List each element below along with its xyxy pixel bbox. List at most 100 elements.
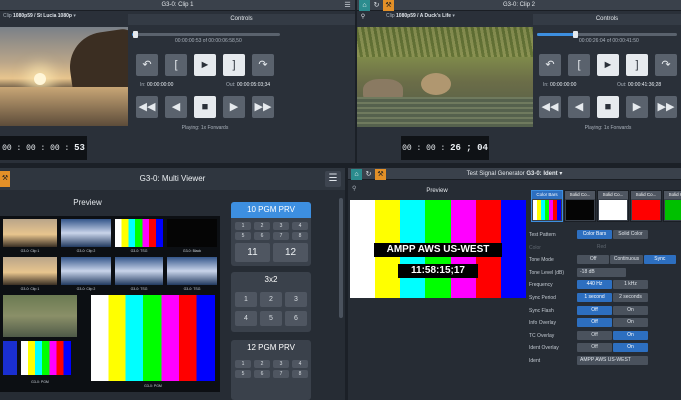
swatch-solid-white[interactable]: Solid Co...	[597, 190, 629, 222]
tsg-option-on[interactable]: On	[613, 343, 648, 353]
clip2-mark-in-button[interactable]: [	[568, 54, 590, 76]
clip2-stop-button[interactable]: ■	[597, 96, 619, 118]
menu-icon[interactable]: ☰	[342, 0, 353, 11]
mv-thumb-clip1-b[interactable]	[2, 256, 58, 286]
layout-10-btn-2[interactable]: 2	[254, 222, 270, 230]
tsg-option-on[interactable]: On	[613, 305, 648, 315]
layout-10-btn-12[interactable]: 12	[273, 243, 308, 262]
clip2-mark-out-button[interactable]: ]	[626, 54, 648, 76]
swatch-solid-black[interactable]: Solid Co...	[564, 190, 596, 222]
tsg-option-off[interactable]: Off	[577, 305, 612, 315]
tsg-option-off[interactable]: Off	[577, 255, 610, 265]
mv-thumb-tsg-c[interactable]	[166, 256, 218, 286]
mv-thumb-clip1[interactable]	[2, 218, 58, 248]
clip1-undo-button[interactable]: ↶	[136, 54, 158, 76]
layout-10-btn-11[interactable]: 11	[235, 243, 270, 262]
mv-thumb-black[interactable]	[166, 218, 218, 248]
mv-thumb-clip2[interactable]	[60, 218, 112, 248]
mv-program-small[interactable]	[20, 340, 72, 376]
mv-thumb-clip2-b[interactable]	[60, 256, 112, 286]
home-icon[interactable]: ⌂	[359, 0, 370, 11]
layout-12-btn-3[interactable]: 3	[273, 360, 289, 368]
tsg-option-color-bars[interactable]: Color Bars	[577, 230, 612, 239]
tsg-option-2-seconds[interactable]: 2 seconds	[613, 293, 648, 302]
mv-thumb-tsg-b[interactable]	[114, 256, 164, 286]
layout-12-btn-7[interactable]: 7	[273, 370, 289, 378]
layout-group-3x2[interactable]: 3x2 1 2 3 4 5 6	[231, 272, 311, 332]
tools-icon[interactable]: ⚒	[383, 0, 394, 11]
swatch-color-bars[interactable]: Color Bars	[531, 190, 563, 222]
layout-3x2-btn-6[interactable]: 6	[285, 311, 307, 326]
layout-10-btn-8[interactable]: 8	[292, 232, 308, 240]
home-icon[interactable]: ⌂	[351, 169, 362, 180]
layout-10-btn-7[interactable]: 7	[273, 232, 289, 240]
clip1-stop-button[interactable]: ■	[194, 96, 216, 118]
tsg-option-solid-color[interactable]: Solid Color	[613, 230, 648, 239]
mv-program-left[interactable]	[2, 294, 78, 338]
clip1-mark-in-button[interactable]: [	[165, 54, 187, 76]
layout-12-btn-8[interactable]: 8	[292, 370, 308, 378]
clip1-mark-out-button[interactable]: ]	[223, 54, 245, 76]
layout-10-btn-6[interactable]: 6	[254, 232, 270, 240]
clip1-step-back-button[interactable]: ◀	[165, 96, 187, 118]
layout-10-btn-5[interactable]: 5	[235, 232, 251, 240]
mv-thumb-tsg[interactable]	[114, 218, 164, 248]
layout-group-12-pgm-prv[interactable]: 12 PGM PRV 1 2 3 4 5 6 7 8	[231, 340, 311, 400]
layout-3x2-btn-1[interactable]: 1	[235, 292, 257, 307]
layout-10-btn-3[interactable]: 3	[273, 222, 289, 230]
tsg-option-continuous[interactable]: Continuous	[610, 255, 643, 265]
layout-group-10-pgm-prv[interactable]: 10 PGM PRV 1 2 3 4 5 6 7 8 11 12	[231, 202, 311, 266]
clip1-selector[interactable]: Clip 1080p59 / St Lucia 1080p ▾	[0, 11, 76, 21]
clip1-step-forward-button[interactable]: ▶	[223, 96, 245, 118]
tsg-option-on[interactable]: On	[613, 318, 648, 328]
clip1-scrub-handle[interactable]	[132, 31, 138, 38]
menu-icon[interactable]: ☰	[325, 171, 341, 187]
tsg-option-440-hz[interactable]: 440 Hz	[577, 280, 612, 290]
tsg-option-ampp-aws-us-west[interactable]: AMPP AWS US-WEST	[577, 356, 648, 365]
clip2-selector[interactable]: Clip 1080p59 / A Duck's Life ▾	[383, 11, 455, 21]
tsg-option-1-khz[interactable]: 1 kHz	[613, 280, 648, 290]
multiviewer-scrollbar[interactable]	[339, 198, 343, 318]
swatch-solid-red[interactable]: Solid Co...	[630, 190, 662, 222]
layout-3x2-btn-5[interactable]: 5	[260, 311, 282, 326]
clip1-scrub-track[interactable]	[132, 31, 280, 38]
clip1-skip-forward-button[interactable]: ▶▶	[252, 96, 274, 118]
layout-12-btn-2[interactable]: 2	[254, 360, 270, 368]
clip2-skip-forward-button[interactable]: ▶▶	[655, 96, 677, 118]
layout-10-btn-1[interactable]: 1	[235, 222, 251, 230]
swatch-solid-green[interactable]: Solid Co...	[663, 190, 681, 222]
clip2-step-back-button[interactable]: ◀	[568, 96, 590, 118]
tsg-option-off[interactable]: Off	[577, 330, 612, 340]
clip2-go-to-in-button[interactable]: ►	[597, 54, 619, 76]
clip2-undo-button[interactable]: ↶	[539, 54, 561, 76]
refresh-icon[interactable]: ↻	[363, 169, 374, 180]
zoom-icon[interactable]: ⚲	[359, 13, 367, 21]
layout-12-btn-5[interactable]: 5	[235, 370, 251, 378]
mv-label-3: G3-0: TSG	[130, 249, 148, 253]
clip2-scrub-handle[interactable]	[572, 31, 578, 38]
layout-12-btn-6[interactable]: 6	[254, 370, 270, 378]
layout-12-btn-1[interactable]: 1	[235, 360, 251, 368]
tsg-option-1-second[interactable]: 1 second	[577, 293, 612, 302]
tsg-option-on[interactable]: On	[613, 330, 648, 340]
tools-icon[interactable]: ⚒	[375, 169, 386, 180]
clip2-skip-back-button[interactable]: ◀◀	[539, 96, 561, 118]
refresh-icon[interactable]: ↻	[371, 0, 382, 11]
mv-program-right[interactable]	[90, 294, 216, 382]
layout-3x2-btn-3[interactable]: 3	[285, 292, 307, 307]
layout-3x2-btn-4[interactable]: 4	[235, 311, 257, 326]
clip2-step-forward-button[interactable]: ▶	[626, 96, 648, 118]
tsg-option-off[interactable]: Off	[577, 318, 612, 328]
clip1-skip-back-button[interactable]: ◀◀	[136, 96, 158, 118]
clip2-scrub-track[interactable]	[537, 31, 677, 38]
clip1-go-to-in-button[interactable]: ►	[194, 54, 216, 76]
tsg-option-sync[interactable]: Sync	[643, 255, 676, 265]
layout-12-btn-4[interactable]: 4	[292, 360, 308, 368]
tsg-option-off[interactable]: Off	[577, 343, 612, 353]
mv-program-blue[interactable]	[2, 340, 18, 376]
layout-10-btn-4[interactable]: 4	[292, 222, 308, 230]
layout-3x2-btn-2[interactable]: 2	[260, 292, 282, 307]
clip2-redo-button[interactable]: ↷	[655, 54, 677, 76]
tsg-option--18-db[interactable]: -18 dB	[577, 267, 626, 277]
clip1-redo-button[interactable]: ↷	[252, 54, 274, 76]
